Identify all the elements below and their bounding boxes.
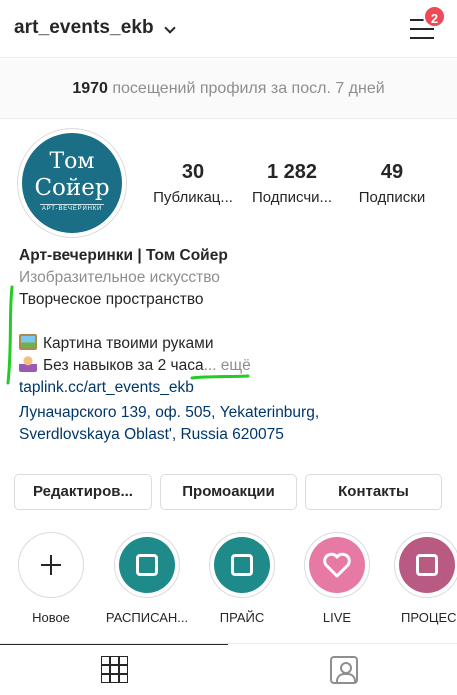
address-line-2[interactable]: Sverdlovskaya Oblast', Russia 620075 [19,424,449,446]
highlight-process[interactable]: ПРОЦЕС [389,532,457,625]
stat-posts-label: Публикац... [153,189,233,206]
stat-followers-value: 1 282 [266,161,318,183]
edit-profile-button[interactable]: Редактиров... [14,474,152,510]
address-line-1[interactable]: Луначарского 139, оф. 505, Yekaterinburg… [19,402,449,424]
highlight-live[interactable]: LIVE [294,532,380,625]
active-tab-indicator [0,644,228,645]
avatar-logo-line2: Сойер [34,175,110,201]
avatar-logo-line3: АРТ-ВЕЧЕРИНКИ [41,206,103,212]
stat-posts[interactable]: 30 Публикац... [147,158,239,210]
notification-badge: 2 [423,5,446,28]
highlight-new-ring [18,532,84,598]
visits-count: 1970 [72,80,108,97]
stat-followers-label: Подписчи... [251,189,333,206]
highlight-ring [394,532,457,598]
highlight-cover [399,537,455,593]
tagged-person-icon[interactable] [330,656,358,684]
grid-icon[interactable] [101,656,129,684]
annotation-bracket [6,285,14,385]
bio-line-3-text: Без навыков за 2 часа [43,357,204,374]
chevron-down-icon[interactable] [164,22,176,34]
framed-picture-icon [19,334,37,350]
username-switcher[interactable]: art_events_ekb [14,17,154,39]
notepad-icon [231,554,253,576]
promotions-button[interactable]: Промоакции [160,474,297,510]
highlight-label: РАСПИСАН... [105,610,189,625]
profile-visits-banner[interactable]: 1970 посещений профиля за посл. 7 дней [0,59,457,119]
heart-icon [323,552,351,578]
paint-roller-icon [416,554,438,576]
stat-following[interactable]: 49 Подписки [346,158,438,210]
highlight-label: ПРОЦЕС [401,610,457,625]
annotation-underline [190,374,250,380]
highlight-cover [214,537,270,593]
stat-followers[interactable]: 1 282 Подписчи... [246,158,338,210]
highlight-ring [114,532,180,598]
highlight-schedule[interactable]: РАСПИСАН... [104,532,190,625]
highlight-new[interactable]: Новое [8,532,94,625]
bio-line-1: Творческое пространство [19,291,204,308]
plus-icon [33,555,69,575]
avatar[interactable]: Том Сойер АРТ-ВЕЧЕРИНКИ [22,133,122,233]
stat-following-label: Подписки [358,189,426,206]
profile-category: Изобразительное искусство [19,269,220,286]
calendar-icon [136,554,158,576]
profile-tabs [0,643,457,695]
highlight-label: LIVE [322,610,352,625]
highlight-ring [209,532,275,598]
avatar-logo-divider [40,204,104,205]
highlight-ring [304,532,370,598]
stat-following-value: 49 [380,161,404,183]
highlight-price[interactable]: ПРАЙС [199,532,285,625]
avatar-logo-line1: Том [49,149,95,174]
contacts-button[interactable]: Контакты [305,474,442,510]
highlight-label: ПРАЙС [219,610,265,625]
highlight-cover [119,537,175,593]
highlight-label: Новое [32,610,70,625]
person-icon [19,356,37,372]
stat-posts-value: 30 [181,161,205,183]
bio-line-2: Картина твоими руками [19,333,449,355]
highlight-cover [309,537,365,593]
top-bar: art_events_ekb 2 [0,0,457,58]
profile-name: Арт-вечеринки | Том Сойер [19,247,228,264]
visits-text: посещений профиля за посл. 7 дней [112,80,385,97]
bio-line-2-text: Картина твоими руками [43,335,214,352]
